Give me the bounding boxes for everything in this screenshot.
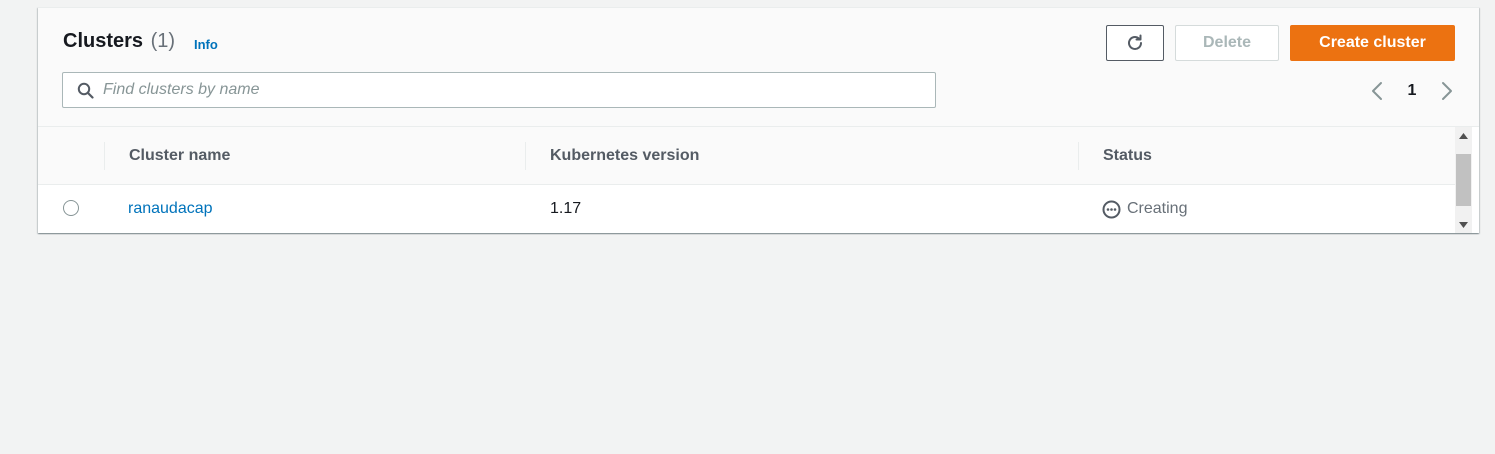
column-divider <box>1078 142 1079 170</box>
chevron-right-icon <box>1442 82 1452 100</box>
scroll-thumb[interactable] <box>1456 154 1471 206</box>
search-icon <box>77 82 94 99</box>
column-header-cluster-name[interactable]: Cluster name <box>129 127 230 184</box>
cluster-name-link[interactable]: ranaudacap <box>128 200 213 218</box>
cluster-count: (1) <box>150 30 176 52</box>
info-link[interactable]: Info <box>194 37 218 52</box>
pending-icon <box>1102 200 1121 218</box>
page-title: Clusters (1) <box>63 30 175 53</box>
next-page-button[interactable] <box>1438 80 1456 102</box>
column-header-kubernetes-version[interactable]: Kubernetes version <box>550 127 699 184</box>
search-input[interactable] <box>103 73 923 107</box>
scroll-down-button[interactable] <box>1455 216 1472 233</box>
refresh-icon <box>1128 34 1142 50</box>
refresh-button[interactable] <box>1106 25 1164 61</box>
table-scrollbar[interactable] <box>1455 127 1472 233</box>
clusters-table: Cluster name Kubernetes version Status r… <box>38 127 1479 233</box>
table-header: Cluster name Kubernetes version Status <box>38 127 1455 185</box>
panel-header: Clusters (1) Info Delete Create cluster … <box>38 8 1479 127</box>
row-select-radio[interactable] <box>63 200 79 216</box>
column-divider <box>104 142 105 170</box>
kubernetes-version-cell: 1.17 <box>550 200 582 217</box>
clusters-panel: Clusters (1) Info Delete Create cluster … <box>38 7 1479 233</box>
delete-button[interactable]: Delete <box>1175 25 1279 61</box>
page-number-button[interactable]: 1 <box>1404 80 1420 102</box>
search-box <box>62 72 936 108</box>
previous-page-button[interactable] <box>1368 80 1386 102</box>
triangle-down-icon <box>1459 221 1468 228</box>
status-text: Creating <box>1127 200 1188 217</box>
triangle-up-icon <box>1459 132 1468 139</box>
table-row[interactable]: ranaudacap 1.17 Creating <box>38 185 1455 233</box>
create-cluster-button[interactable]: Create cluster <box>1290 25 1455 61</box>
title-text: Clusters <box>63 30 144 52</box>
scroll-up-button[interactable] <box>1455 127 1472 144</box>
column-header-status[interactable]: Status <box>1103 127 1152 184</box>
chevron-left-icon <box>1372 82 1382 100</box>
column-divider <box>525 142 526 170</box>
status-cell: Creating <box>1102 185 1187 233</box>
